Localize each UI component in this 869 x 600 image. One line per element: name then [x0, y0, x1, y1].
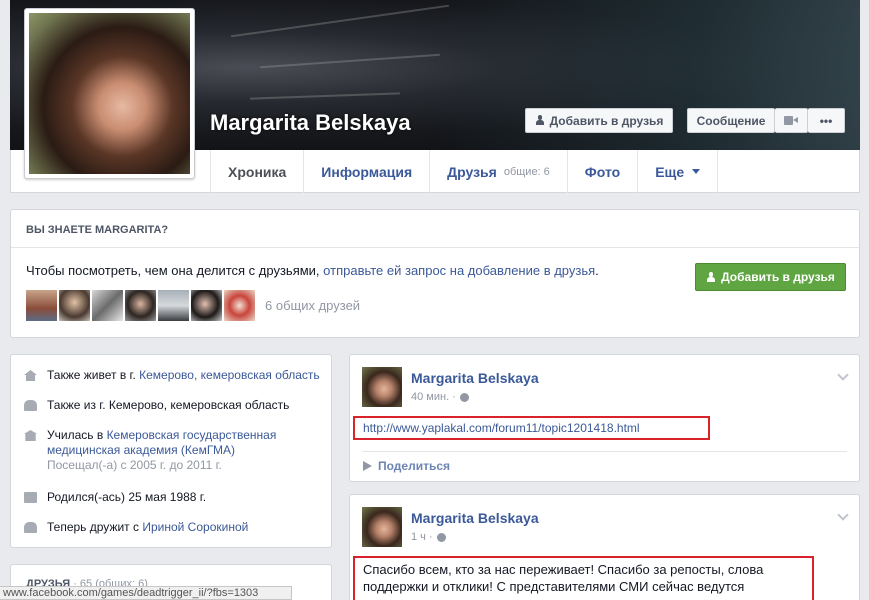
education-row: Училась в Кемеровская государственная ме… [24, 428, 314, 473]
friends-with-link[interactable]: Ириной Сорокиной [142, 520, 248, 534]
school-icon [24, 430, 37, 441]
profile-tabs: Хроника Информация Друзья общие: 6 Фото Е… [210, 150, 719, 193]
tab-label: Информация [321, 163, 413, 180]
people-icon [24, 522, 37, 533]
tab-more[interactable]: Еще [637, 150, 719, 193]
post-time[interactable]: 1 ч · [411, 531, 433, 543]
avatar[interactable] [362, 507, 402, 547]
tab-friends[interactable]: Друзья общие: 6 [429, 150, 567, 193]
from-row: Также из г. Кемерово, кемеровская област… [24, 398, 289, 413]
more-options-button[interactable]: ••• [808, 108, 845, 133]
know-text-start: Чтобы посмотреть, чем она делится с друз… [26, 263, 324, 278]
education-prefix: Училась в [47, 428, 107, 442]
add-friend-green-button[interactable]: Добавить в друзья [695, 263, 846, 291]
post: Margarita Belskaya 40 мин. · http://www.… [349, 354, 860, 482]
birthday-text: Родился(-ась) 25 мая 1988 г. [47, 490, 207, 504]
add-friend-icon [706, 271, 716, 283]
share-icon [363, 461, 372, 471]
tab-friends-count: общие: 6 [503, 165, 550, 178]
add-friend-label: Добавить в друзья [549, 113, 664, 128]
mutual-friend-avatar[interactable] [92, 290, 123, 321]
tab-label: Фото [584, 163, 621, 180]
share-button[interactable]: Поделиться [363, 459, 450, 473]
post-text: Спасибо всем, кто за нас переживает! Спа… [353, 556, 814, 600]
mutual-friend-avatar[interactable] [125, 290, 156, 321]
tab-label: Еще [655, 163, 685, 180]
know-text: Чтобы посмотреть, чем она делится с друз… [26, 263, 599, 278]
friends-with-prefix: Теперь дружит с [47, 520, 143, 534]
lives-in-link[interactable]: Кемерово, кемеровская область [139, 368, 320, 382]
mutual-friend-avatar[interactable] [158, 290, 189, 321]
tab-about[interactable]: Информация [303, 150, 429, 193]
tab-timeline[interactable]: Хроника [210, 150, 303, 193]
people-icon [24, 400, 37, 411]
post-divider [362, 451, 847, 452]
friends-with-row: Теперь дружит с Ириной Сорокиной [24, 520, 248, 535]
tab-photos[interactable]: Фото [566, 150, 637, 193]
status-bar-url: www.facebook.com/games/deadtrigger_ii/?f… [0, 586, 292, 600]
tab-label: Хроника [228, 163, 287, 180]
add-friend-icon [535, 115, 545, 126]
home-icon [24, 370, 37, 381]
avatar[interactable] [362, 367, 402, 407]
cake-icon [24, 492, 37, 503]
globe-icon [436, 532, 446, 542]
mutual-friends-count[interactable]: 6 общих друзей [265, 298, 360, 313]
post-author[interactable]: Margarita Belskaya [411, 370, 539, 386]
mutual-friend-avatar[interactable] [26, 290, 57, 321]
lives-in-text: Также живет в г. Кемерово, кемеровская о… [47, 368, 320, 383]
post: Margarita Belskaya 1 ч · Спасибо всем, к… [349, 494, 860, 600]
video-camera-icon [784, 116, 798, 125]
profile-picture-image [29, 13, 190, 174]
about-card: Также живет в г. Кемерово, кемеровская о… [10, 354, 332, 548]
post-time[interactable]: 40 мин. · [411, 391, 456, 403]
birthday-row: Родился(-ась) 25 мая 1988 г. [24, 490, 206, 505]
share-label: Поделиться [378, 459, 451, 473]
tab-label: Друзья [447, 163, 497, 180]
post-meta: 1 ч · [411, 531, 446, 543]
video-call-button[interactable] [775, 108, 808, 133]
from-text: Также из г. Кемерово, кемеровская област… [47, 398, 290, 412]
globe-icon [459, 392, 469, 402]
know-card: ВЫ ЗНАЕТЕ MARGARITA? Чтобы посмотреть, ч… [10, 209, 860, 338]
lives-in-row: Также живет в г. Кемерово, кемеровская о… [24, 368, 320, 383]
post-link[interactable]: http://www.yaplakal.com/forum11/topic120… [353, 416, 710, 440]
mutual-friend-avatar[interactable] [59, 290, 90, 321]
mutual-friend-avatar[interactable] [224, 290, 255, 321]
cover-streak [250, 92, 400, 100]
send-request-link[interactable]: отправьте ей запрос на добавление в друз… [323, 263, 595, 278]
profile-name[interactable]: Margarita Belskaya [210, 110, 411, 136]
add-friend-button[interactable]: Добавить в друзья [525, 108, 673, 133]
chevron-down-icon [692, 169, 701, 174]
mutual-friends: 6 общих друзей [26, 290, 360, 321]
post-meta: 40 мин. · [411, 391, 469, 403]
cover-streak [230, 4, 450, 38]
education-text: Училась в Кемеровская государственная ме… [47, 428, 314, 473]
post-options-chevron-icon[interactable] [837, 369, 849, 381]
post-author[interactable]: Margarita Belskaya [411, 510, 539, 526]
mutual-friend-avatar[interactable] [191, 290, 222, 321]
friends-with-text: Теперь дружит с Ириной Сорокиной [47, 520, 248, 535]
know-text-end: . [595, 263, 599, 278]
profile-picture[interactable] [24, 8, 195, 179]
lives-in-prefix: Также живет в г. [47, 368, 140, 382]
education-years: Посещал(-а) с 2005 г. до 2011 г. [47, 458, 222, 472]
message-button[interactable]: Сообщение [687, 108, 775, 133]
know-title: ВЫ ЗНАЕТЕ MARGARITA? [11, 210, 859, 248]
post-options-chevron-icon[interactable] [837, 509, 849, 521]
add-friend-green-label: Добавить в друзья [721, 270, 835, 284]
cover-streak [260, 53, 440, 69]
